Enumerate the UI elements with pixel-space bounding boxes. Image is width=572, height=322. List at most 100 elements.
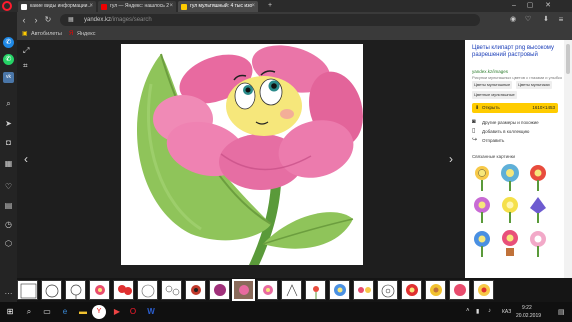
filmstrip-thumbnail[interactable] bbox=[41, 280, 62, 300]
grid-icon[interactable]: ▦ bbox=[3, 158, 14, 169]
search-icon[interactable]: ⌕ bbox=[3, 98, 14, 109]
filmstrip-thumbnail[interactable] bbox=[113, 280, 134, 300]
camera-icon[interactable]: ◘ bbox=[3, 137, 14, 148]
yandex-browser-icon[interactable]: Y bbox=[92, 305, 106, 319]
panel-scrollbar[interactable] bbox=[564, 40, 572, 278]
cube-icon[interactable]: ⬡ bbox=[3, 238, 14, 249]
url-input[interactable]: ▦ yandex.kz/images/search bbox=[60, 14, 480, 26]
filmstrip-thumbnail[interactable] bbox=[449, 280, 470, 300]
bookmark-avtobilety[interactable]: Автобилеты bbox=[31, 28, 62, 40]
speaker-icon[interactable]: ♪ bbox=[488, 308, 491, 314]
back-button[interactable]: ‹ bbox=[18, 14, 30, 26]
add-to-collection-link[interactable]: ▯ Добавить в коллекцию bbox=[472, 128, 529, 135]
maximize-button[interactable]: ▢ bbox=[522, 0, 538, 12]
tab-2[interactable]: гул — Яндекс: нашлось 2 × bbox=[98, 1, 176, 12]
filmstrip-thumbnail-selected[interactable] bbox=[232, 279, 255, 301]
image-title-link[interactable]: Цветы клипарт png высокому разрешений ра… bbox=[472, 45, 562, 59]
word-icon[interactable]: W bbox=[144, 305, 158, 319]
opera-icon[interactable]: O bbox=[126, 305, 140, 319]
chevron-up-icon[interactable]: ˄ bbox=[466, 308, 470, 314]
related-thumbnail[interactable] bbox=[497, 194, 523, 224]
search-icon[interactable]: ⌕ bbox=[22, 305, 36, 319]
open-image-button[interactable]: ⬇ Открыть 1610×1453 bbox=[472, 103, 558, 113]
media-icon[interactable]: ▶ bbox=[110, 305, 124, 319]
clock-icon[interactable]: ◷ bbox=[3, 219, 14, 230]
forward-button[interactable]: › bbox=[30, 14, 42, 26]
other-sizes-link[interactable]: ◙ Другие размеры и похожие bbox=[472, 119, 539, 126]
close-icon[interactable]: × bbox=[89, 1, 93, 12]
heart-icon[interactable]: ♡ bbox=[3, 181, 14, 192]
main-image-flower[interactable] bbox=[121, 44, 363, 265]
bookmark-yandex[interactable]: Яндекс bbox=[77, 28, 96, 40]
action-label: Другие размеры и похожие bbox=[482, 120, 539, 125]
close-icon[interactable]: × bbox=[169, 1, 173, 12]
tag-chip[interactable]: Цветные мультяшные bbox=[472, 91, 517, 99]
filmstrip-thumbnail[interactable] bbox=[425, 280, 446, 300]
download-icon[interactable]: ⬇ bbox=[540, 14, 552, 26]
send-icon[interactable]: ➤ bbox=[3, 118, 14, 129]
bus-icon: ▣ bbox=[22, 31, 28, 37]
clock-time[interactable]: 9:22 bbox=[522, 305, 532, 311]
opera-logo-icon[interactable] bbox=[2, 1, 12, 11]
task-view-icon[interactable]: ▭ bbox=[40, 305, 54, 319]
filmstrip-thumbnail[interactable] bbox=[329, 280, 350, 300]
filmstrip-thumbnail[interactable] bbox=[209, 280, 230, 300]
prev-image-arrow-icon[interactable]: ‹ bbox=[24, 152, 28, 166]
expand-icon[interactable]: ⤢ bbox=[23, 46, 29, 56]
filmstrip-thumbnail[interactable] bbox=[89, 280, 110, 300]
crop-icon[interactable]: ⌗ bbox=[23, 61, 28, 71]
minimize-button[interactable]: – bbox=[506, 0, 522, 12]
related-thumbnail[interactable] bbox=[497, 228, 523, 258]
related-thumbnail[interactable] bbox=[469, 194, 495, 224]
tab-bar: какие виды информации... × гул — Яндекс:… bbox=[0, 0, 572, 12]
filmstrip-thumbnail[interactable] bbox=[281, 280, 302, 300]
share-icon: ↪ bbox=[472, 137, 478, 143]
edge-icon[interactable]: e bbox=[58, 305, 72, 319]
language-indicator[interactable]: КАЗ bbox=[502, 309, 511, 315]
vk-icon[interactable]: vk bbox=[3, 72, 14, 83]
messenger-icon[interactable]: ✆ bbox=[3, 37, 14, 48]
image-viewer: ⤢ ⌗ ‹ › bbox=[17, 40, 465, 278]
news-icon[interactable]: ▤ bbox=[3, 200, 14, 211]
related-thumbnail[interactable] bbox=[497, 162, 523, 192]
filmstrip-thumbnail[interactable] bbox=[17, 280, 38, 300]
new-tab-button[interactable]: + bbox=[262, 0, 278, 12]
filmstrip-thumbnail[interactable] bbox=[473, 280, 494, 300]
filmstrip-thumbnail[interactable] bbox=[377, 280, 398, 300]
share-link[interactable]: ↪ Отправить bbox=[472, 137, 504, 144]
image-source-site[interactable]: yandex.kz/images bbox=[472, 69, 508, 74]
filmstrip-thumbnail[interactable] bbox=[185, 280, 206, 300]
filmstrip-thumbnail[interactable] bbox=[65, 280, 86, 300]
close-window-button[interactable]: ✕ bbox=[540, 0, 556, 12]
url-host: yandex.kz bbox=[84, 17, 112, 23]
clock-date[interactable]: 20.02.2019 bbox=[516, 313, 541, 319]
filmstrip-thumbnail[interactable] bbox=[305, 280, 326, 300]
scrollbar-thumb[interactable] bbox=[566, 44, 570, 74]
reload-button[interactable]: ↻ bbox=[42, 14, 54, 26]
filmstrip-thumbnail[interactable] bbox=[257, 280, 278, 300]
filmstrip-thumbnail[interactable] bbox=[401, 280, 422, 300]
windows-start-icon[interactable]: ⊞ bbox=[3, 305, 17, 319]
camera-icon[interactable]: ◉ bbox=[507, 14, 519, 26]
more-icon[interactable]: ··· bbox=[3, 288, 14, 299]
next-image-arrow-icon[interactable]: › bbox=[449, 152, 453, 166]
network-icon[interactable]: ▮ bbox=[476, 308, 479, 315]
tab-1[interactable]: какие виды информации... × bbox=[18, 1, 96, 12]
tag-chip[interactable]: Цветы мультиках bbox=[516, 81, 552, 89]
heart-icon[interactable]: ♡ bbox=[522, 14, 534, 26]
filmstrip-thumbnail[interactable] bbox=[161, 280, 182, 300]
tag-chip[interactable]: Цветы мультяшные bbox=[472, 81, 513, 89]
close-icon[interactable]: × bbox=[251, 1, 255, 12]
filmstrip-thumbnail[interactable] bbox=[137, 280, 158, 300]
tab-3-active[interactable]: гул мультяшный: 4 тыс изо × bbox=[178, 1, 258, 12]
related-thumbnail[interactable] bbox=[525, 194, 551, 224]
whatsapp-icon[interactable]: ✆ bbox=[3, 54, 14, 65]
related-thumbnail[interactable] bbox=[469, 228, 495, 258]
file-explorer-icon[interactable]: ▬ bbox=[76, 305, 90, 319]
notifications-icon[interactable]: ▤ bbox=[558, 308, 565, 316]
related-thumbnail[interactable] bbox=[525, 162, 551, 192]
related-thumbnail[interactable] bbox=[469, 162, 495, 192]
menu-icon[interactable]: ≡ bbox=[555, 14, 567, 26]
related-thumbnail[interactable] bbox=[525, 228, 551, 258]
filmstrip-thumbnail[interactable] bbox=[353, 280, 374, 300]
